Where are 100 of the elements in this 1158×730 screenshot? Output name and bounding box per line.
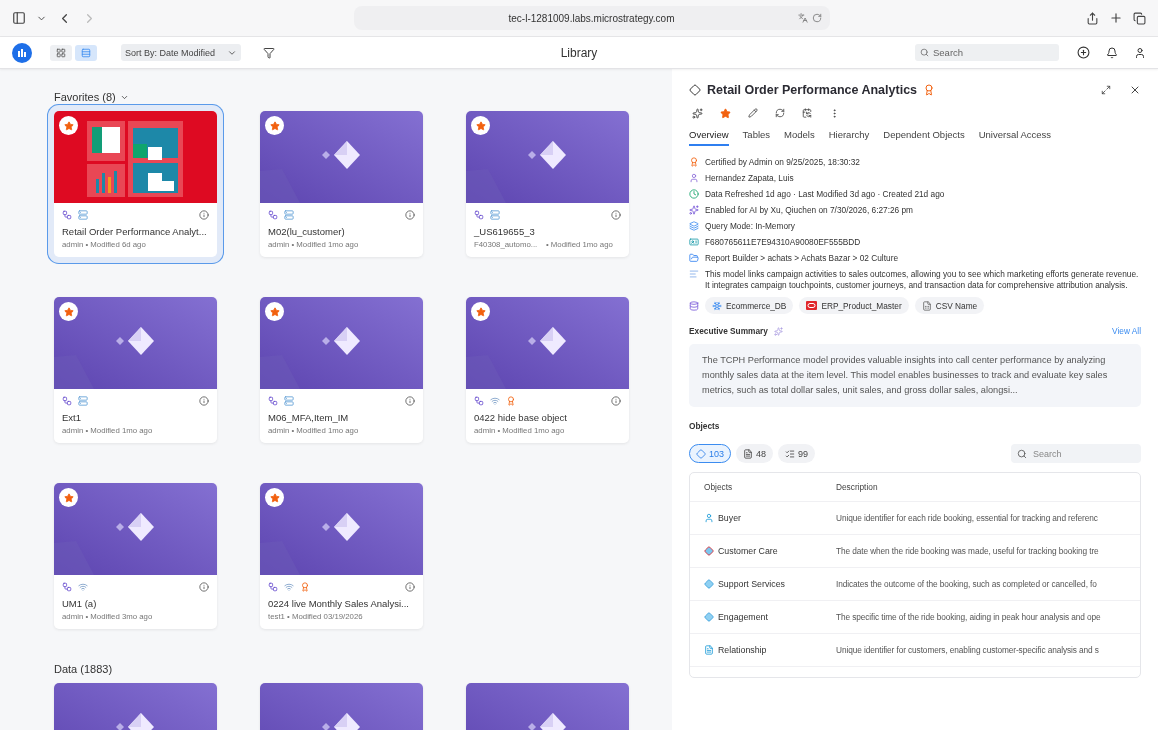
card-title: UM1 (a): [62, 598, 98, 609]
file-icon: [921, 300, 932, 311]
app-logo[interactable]: [12, 42, 32, 63]
filter-chip[interactable]: 99: [778, 444, 816, 463]
pencil-icon[interactable]: [748, 108, 758, 119]
column-header: Description: [836, 482, 879, 492]
detail-text: Report Builder > achats > Achats Bazar > 02 Culture: [705, 253, 898, 264]
list-icon: [81, 47, 91, 58]
person-icon: [689, 173, 699, 183]
server-icon: [490, 209, 500, 220]
search-icon: [920, 48, 929, 57]
sparkle-icon: [689, 205, 699, 215]
tab[interactable]: Models: [784, 129, 815, 146]
section-title[interactable]: Favorites (8): [54, 91, 116, 103]
sidebar-icon[interactable]: [12, 11, 26, 25]
search-icon: [1017, 448, 1027, 459]
diamond-icon: [704, 612, 714, 622]
info-icon[interactable]: [611, 209, 621, 220]
detail-text: Hernandez Zapata, Luis: [705, 173, 794, 184]
detail-text: This model links campaign activities to sales outcomes, allowing you to see which marketing efforts generate revenue. It integrates campaign touchpoints, customer journeys, and transaction data for comprehensive attribution analysis.: [705, 269, 1140, 291]
detail-text: Data Refreshed 1d ago · Last Modified 3d ago · Created 21d ago: [705, 189, 945, 200]
user-icon: [704, 513, 714, 523]
info-icon[interactable]: [405, 395, 415, 406]
id-card-icon: [689, 237, 699, 247]
expand-icon[interactable]: [1101, 85, 1111, 95]
translate-icon[interactable]: [797, 13, 808, 23]
sparkle-note-icon: [773, 326, 783, 336]
info-icon[interactable]: [405, 209, 415, 220]
bell-icon[interactable]: [1106, 46, 1118, 59]
source-chip[interactable]: CSV Name: [914, 297, 985, 314]
source-chip[interactable]: ERP_Product_Master: [799, 297, 909, 314]
diamond-icon: [696, 448, 706, 459]
summary-text: The TCPH Performance model provides valuable insights into call center performance by analyzing monthly sales data at the item level. This model enables businesses to track and evaluate key sales metrics, such as total dollar sales, unit sales, and gross dollar sales, alongsi...: [689, 344, 1141, 407]
table-cell-text: Indicates the outcome of the booking, such as completed or cancelled, fo: [836, 579, 1098, 589]
info-icon[interactable]: [199, 209, 209, 220]
section-heading: Executive Summary: [689, 326, 768, 336]
filter-chip[interactable]: 103: [689, 444, 732, 463]
info-icon[interactable]: [199, 581, 209, 592]
card-title: M06_MFA,Item_IM: [268, 412, 350, 423]
detail-text: Query Mode: In-Memory: [705, 221, 795, 232]
object-name: Customer Care: [718, 546, 778, 556]
table-cell-text: The date when the ride booking was made, useful for tracking booking tre: [836, 546, 1100, 556]
table-cell-text: Unique identifier for each ride booking, essential for tracking and referenc: [836, 513, 1099, 523]
tab[interactable]: Tables: [742, 129, 771, 146]
refresh-icon[interactable]: [775, 108, 785, 119]
section-heading: Objects: [689, 421, 721, 431]
tab[interactable]: Overview: [689, 129, 729, 146]
wifi-icon: [284, 581, 294, 592]
add-icon[interactable]: [1077, 46, 1090, 59]
info-icon[interactable]: [405, 581, 415, 592]
clock-icon: [689, 189, 699, 199]
card-title: Ext1: [62, 412, 82, 423]
oracle-icon: [806, 301, 818, 310]
share-icon[interactable]: [1086, 11, 1099, 25]
page-title: Library: [560, 45, 598, 60]
panel-title: Retail Order Performance Analytics: [707, 83, 918, 97]
detail-text: F680765611E7E94310A90080EF555BDD: [705, 237, 861, 248]
wifi-icon: [490, 395, 500, 406]
detail-text: Certified by Admin on 9/25/2025, 18:30:32: [705, 157, 860, 168]
text-lines-icon: [689, 269, 699, 279]
server-icon: [78, 209, 88, 220]
filter-icon[interactable]: [263, 46, 275, 59]
source-chip[interactable]: Ecommerce_DB: [705, 297, 794, 314]
diamond-icon: [704, 579, 714, 589]
sort-dropdown[interactable]: Sort By: Date Modified: [121, 44, 241, 61]
grid-view-button[interactable]: [50, 44, 72, 61]
grid-icon: [56, 47, 66, 58]
filter-chip[interactable]: 48: [736, 444, 774, 463]
section-title[interactable]: Data (1883): [54, 663, 113, 675]
server-icon: [78, 395, 88, 406]
table-cell-text: The specific time of the ride booking, aiding in peak hour analysis and ope: [836, 612, 1102, 622]
search-field[interactable]: Search: [915, 44, 1059, 61]
tab[interactable]: Hierarchy: [828, 129, 870, 146]
server-icon: [284, 395, 294, 406]
user-icon[interactable]: [1134, 46, 1146, 59]
new-tab-icon[interactable]: [1109, 11, 1123, 25]
tabs-icon[interactable]: [1133, 11, 1146, 25]
card-title: _US619655_3: [474, 226, 536, 237]
card-title: M02(lu_customer): [268, 226, 346, 237]
card-title: 0224 live Monthly Sales Analysi...: [268, 598, 410, 609]
address-bar[interactable]: tec-l-1281009.labs.microstrategy.com: [353, 6, 830, 30]
document-icon: [743, 448, 754, 459]
view-all-link[interactable]: View All: [1112, 326, 1141, 336]
reload-icon[interactable]: [811, 13, 822, 23]
detail-text: Enabled for AI by Xu, Qiuchen on 7/30/2026, 6:27:26 pm: [705, 205, 914, 216]
tab[interactable]: Universal Access: [978, 129, 1052, 146]
star-icon[interactable]: [720, 108, 731, 119]
list-view-button[interactable]: [75, 44, 97, 61]
tab[interactable]: Dependent Objects: [883, 129, 965, 146]
info-icon[interactable]: [611, 395, 621, 406]
object-name: Support Services: [718, 579, 785, 589]
database-icon: [689, 300, 699, 311]
checklist-icon: [785, 448, 796, 459]
wifi-icon: [78, 581, 88, 592]
award-icon: [300, 581, 310, 592]
info-icon[interactable]: [199, 395, 209, 406]
close-icon[interactable]: [1129, 84, 1141, 96]
calendar-icon[interactable]: [802, 108, 812, 119]
server-icon: [284, 209, 294, 220]
table-cell-text: Unique identifier for customers, enabling customer-specific analysis and s: [836, 645, 1100, 655]
